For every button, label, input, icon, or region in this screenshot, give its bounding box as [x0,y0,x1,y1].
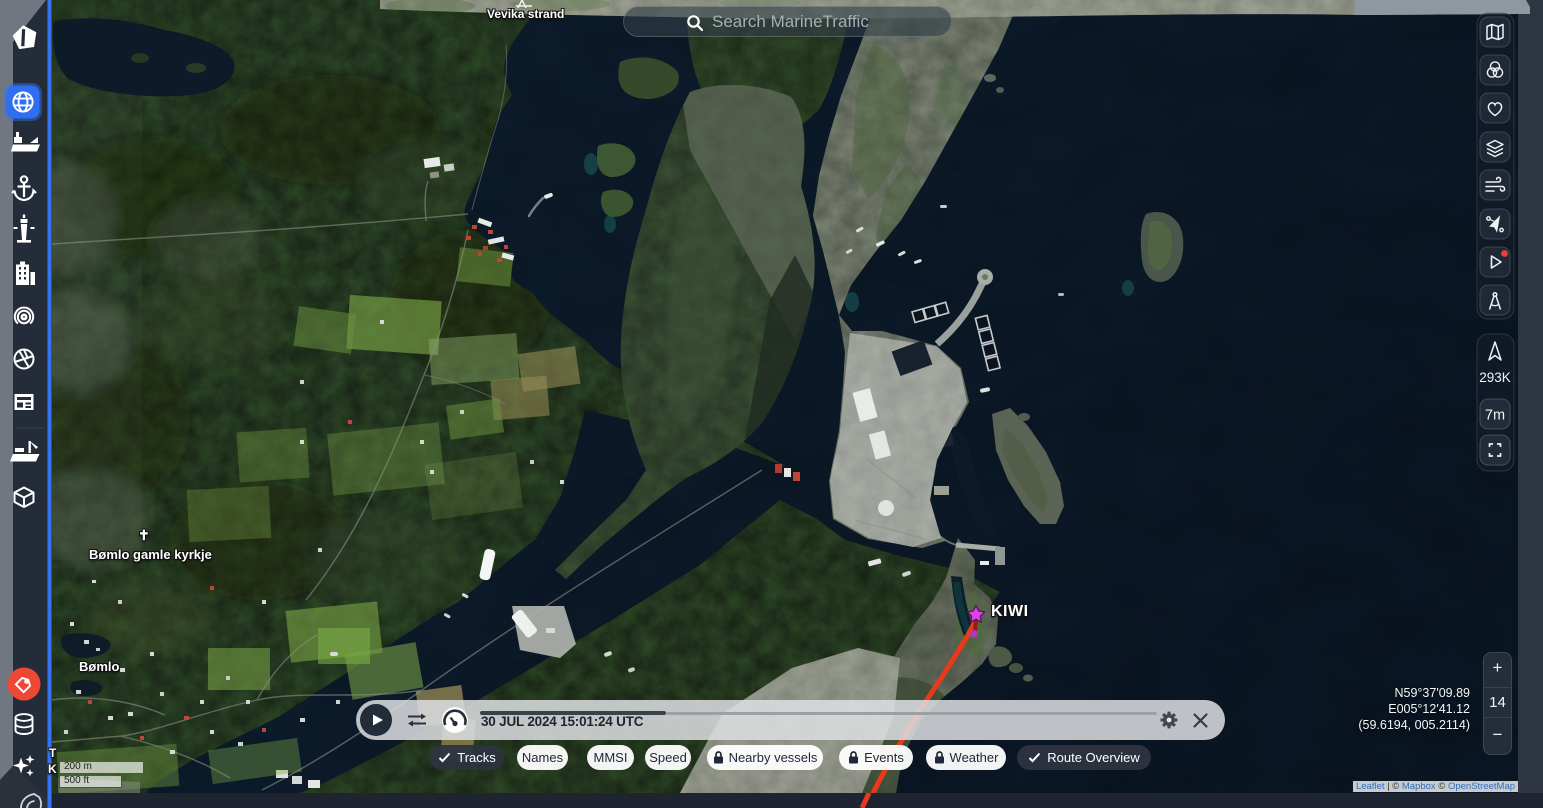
svg-text:293K: 293K [1479,370,1511,385]
svg-text:7m: 7m [1485,408,1505,424]
